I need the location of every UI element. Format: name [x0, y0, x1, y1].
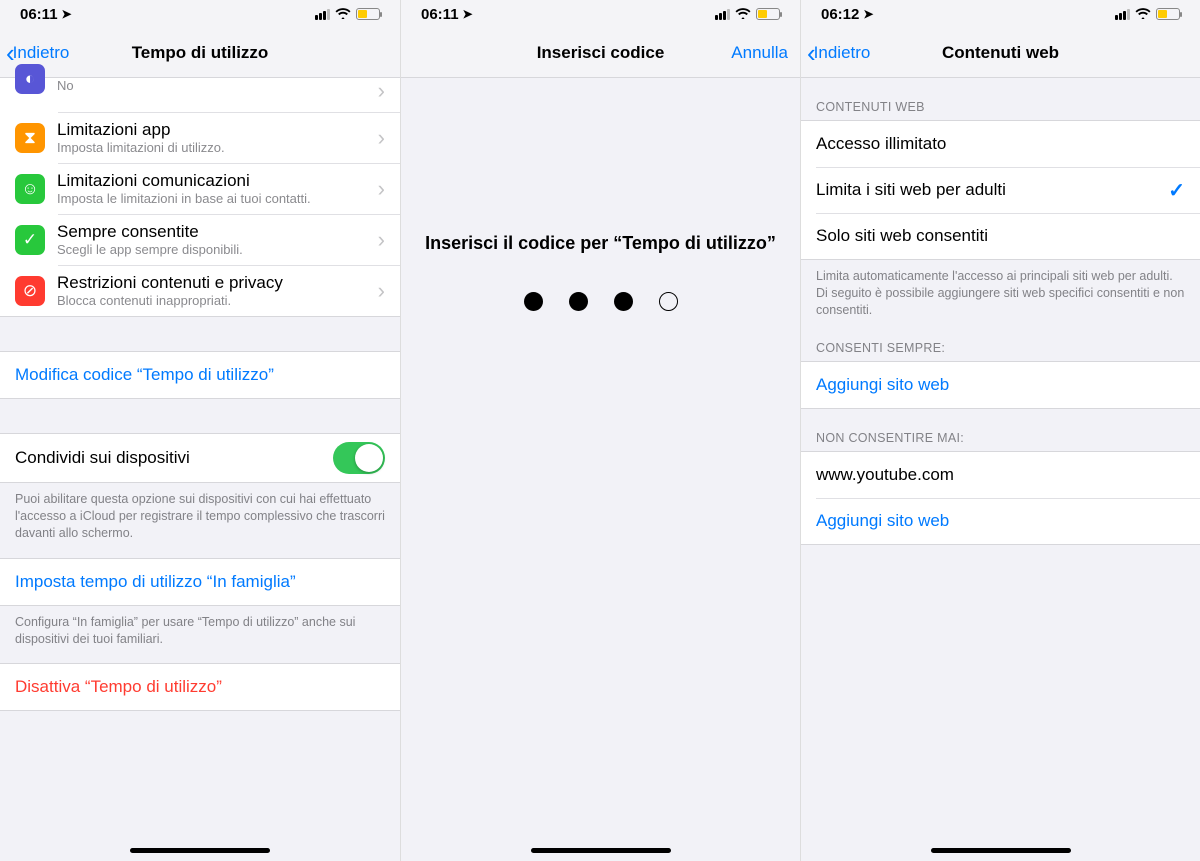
status-bar: 06:11 ➤ [401, 0, 800, 28]
downtime-icon: ◐ [15, 64, 45, 94]
home-indicator[interactable] [130, 848, 270, 853]
row-share-devices: Condividi sui dispositivi [0, 434, 400, 482]
share-devices-toggle[interactable] [333, 442, 385, 474]
checkmark-icon: ✓ [1168, 178, 1185, 203]
row-content-restrictions[interactable]: ⊘ Restrizioni contenuti e privacy Blocca… [0, 265, 400, 316]
chevron-right-icon: › [370, 227, 385, 253]
chevron-right-icon: › [370, 125, 385, 151]
navbar: ‹Indietro Contenuti web [801, 28, 1200, 78]
row-sub: Blocca contenuti inappropriati. [57, 293, 370, 308]
link-disable-screentime[interactable]: Disattiva “Tempo di utilizzo” [0, 664, 400, 710]
back-button[interactable]: ‹Indietro [807, 40, 870, 66]
wifi-icon [735, 6, 751, 22]
passcode-dot [659, 292, 678, 311]
chevron-right-icon: › [370, 278, 385, 304]
option-limit-adult[interactable]: Limita i siti web per adulti ✓ [801, 167, 1200, 213]
passcode-dot [524, 292, 543, 311]
no-entry-icon: ⊘ [15, 276, 45, 306]
section-header-webcontent: CONTENUTI WEB [801, 78, 1200, 120]
battery-icon [356, 8, 380, 20]
back-button[interactable]: ‹Indietro [6, 40, 69, 66]
status-bar: 06:11 ➤ [0, 0, 400, 28]
page-title: Inserisci codice [537, 43, 665, 63]
row-sub: Imposta limitazioni di utilizzo. [57, 140, 370, 155]
status-bar: 06:12 ➤ [801, 0, 1200, 28]
webcontent-footer: Limita automaticamente l'accesso ai prin… [801, 260, 1200, 335]
webcontent-options: Accesso illimitato Limita i siti web per… [801, 120, 1200, 260]
add-allowed-website[interactable]: Aggiungi sito web [801, 362, 1200, 408]
link-edit-passcode[interactable]: Modifica codice “Tempo di utilizzo” [0, 352, 400, 398]
passcode-dot [614, 292, 633, 311]
status-time: 06:11 [20, 6, 58, 23]
share-devices-footer: Puoi abilitare questa opzione sui dispos… [0, 483, 400, 558]
home-indicator[interactable] [931, 848, 1071, 853]
hourglass-icon: ⧗ [15, 123, 45, 153]
cellular-icon [715, 9, 730, 20]
screen-screentime: 06:11 ➤ ‹Indietro Tempo di utilizzo ◐ No … [0, 0, 400, 861]
row-title: Limitazioni comunicazioni [57, 171, 370, 191]
location-icon: ➤ [62, 7, 72, 21]
wifi-icon [1135, 6, 1151, 22]
row-title: Limitazioni app [57, 120, 370, 140]
row-title: Sempre consentite [57, 222, 370, 242]
navbar: Inserisci codice Annulla [401, 28, 800, 78]
row-title: Restrizioni contenuti e privacy [57, 273, 370, 293]
add-blocked-website[interactable]: Aggiungi sito web [801, 498, 1200, 544]
section-header-allow: CONSENTI SEMPRE: [801, 335, 1200, 361]
settings-group-features: ◐ No › ⧗ Limitazioni app Imposta limitaz… [0, 78, 400, 317]
chevron-right-icon: › [370, 176, 385, 202]
cellular-icon [1115, 9, 1130, 20]
link-setup-family[interactable]: Imposta tempo di utilizzo “In famiglia” [0, 559, 400, 605]
cancel-button[interactable]: Annulla [731, 43, 788, 63]
page-title: Tempo di utilizzo [132, 43, 269, 63]
location-icon: ➤ [463, 7, 473, 21]
cellular-icon [315, 9, 330, 20]
contacts-icon: ☺ [15, 174, 45, 204]
row-comm-limits[interactable]: ☺ Limitazioni comunicazioni Imposta le l… [0, 163, 400, 214]
row-always-allowed[interactable]: ✓ Sempre consentite Scegli le app sempre… [0, 214, 400, 265]
option-unrestricted[interactable]: Accesso illimitato [801, 121, 1200, 167]
check-square-icon: ✓ [15, 225, 45, 255]
family-footer: Configura “In famiglia” per usare “Tempo… [0, 606, 400, 664]
status-time: 06:12 [821, 6, 859, 23]
row-app-limits[interactable]: ⧗ Limitazioni app Imposta limitazioni di… [0, 112, 400, 163]
row-sub: Scegli le app sempre disponibili. [57, 242, 370, 257]
wifi-icon [335, 6, 351, 22]
row-downtime-partial[interactable]: ◐ No › [0, 78, 400, 112]
toggle-label: Condividi sui dispositivi [15, 448, 333, 468]
navbar: ‹Indietro Tempo di utilizzo [0, 28, 400, 78]
battery-icon [1156, 8, 1180, 20]
row-sub: No [57, 78, 370, 93]
passcode-dots [401, 292, 800, 311]
section-header-block: NON CONSENTIRE MAI: [801, 409, 1200, 451]
status-time: 06:11 [421, 6, 459, 23]
option-allowed-only[interactable]: Solo siti web consentiti [801, 213, 1200, 259]
passcode-prompt: Inserisci il codice per “Tempo di utiliz… [401, 233, 800, 254]
passcode-dot [569, 292, 588, 311]
row-sub: Imposta le limitazioni in base ai tuoi c… [57, 191, 370, 206]
location-icon: ➤ [863, 7, 873, 21]
battery-icon [756, 8, 780, 20]
home-indicator[interactable] [531, 848, 671, 853]
screen-passcode: 06:11 ➤ Inserisci codice Annulla Inserisc… [400, 0, 800, 861]
chevron-right-icon: › [370, 78, 385, 104]
blocked-site-row[interactable]: www.youtube.com [801, 452, 1200, 498]
page-title: Contenuti web [942, 43, 1059, 63]
screen-web-content: 06:12 ➤ ‹Indietro Contenuti web CONTENUTI… [800, 0, 1200, 861]
